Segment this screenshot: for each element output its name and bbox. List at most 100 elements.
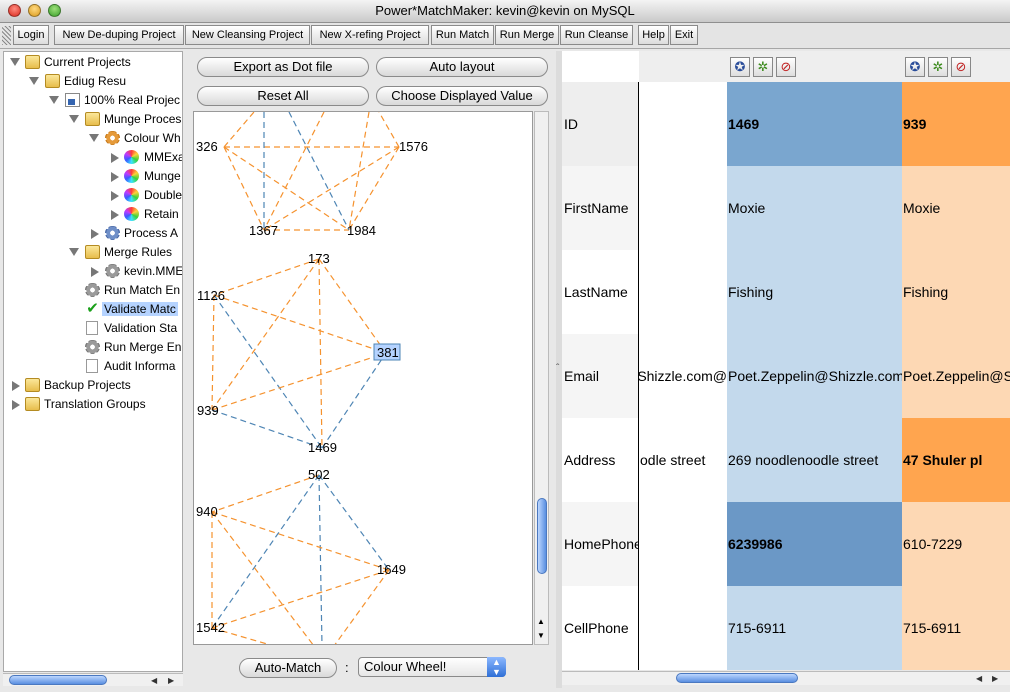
export-dot-file-button[interactable]: Export as Dot file xyxy=(197,57,369,77)
tree-item-label: Run Merge En xyxy=(104,340,182,354)
choose-displayed-value-button[interactable]: Choose Displayed Value xyxy=(376,86,548,106)
exit-button[interactable]: Exit xyxy=(670,25,698,45)
record-cell[interactable]: 269 noodlenoodle street xyxy=(727,418,902,502)
merge-records-icon[interactable]: ✲ xyxy=(753,57,773,77)
expand-triangle-icon[interactable] xyxy=(10,58,20,66)
run-merge-button[interactable]: Run Merge xyxy=(495,25,559,45)
graph-edge xyxy=(263,112,325,231)
graph-node[interactable]: 940 xyxy=(196,504,218,519)
graph-node[interactable]: 1126 xyxy=(197,288,225,303)
record-cell[interactable]: Fishing xyxy=(727,250,902,334)
record-cell[interactable]: 610-7229 xyxy=(902,502,1010,586)
match-graph[interactable]: 326 1576 1367 1984 173 1126 381 939 1469… xyxy=(194,112,533,645)
reset-all-button[interactable]: Reset All xyxy=(197,86,369,106)
scroll-left-arrow-icon[interactable]: ◀ xyxy=(151,676,157,685)
collapse-triangle-icon[interactable] xyxy=(111,153,119,163)
expand-triangle-icon[interactable] xyxy=(89,134,99,142)
expand-triangle-icon[interactable] xyxy=(49,96,59,104)
collapse-triangle-icon[interactable] xyxy=(111,172,119,182)
new-xrefing-project-button[interactable]: New X-refing Project xyxy=(311,25,429,45)
match-graph-canvas[interactable]: 326 1576 1367 1984 173 1126 381 939 1469… xyxy=(193,111,533,645)
tree-horizontal-scrollbar[interactable]: ◀ ▶ xyxy=(3,673,183,686)
project-tree[interactable]: Current Projects Ediug Resu 100% Real Pr… xyxy=(3,51,183,672)
collapse-triangle-icon[interactable] xyxy=(91,267,99,277)
graph-vertical-scrollbar[interactable]: ▲ ▼ xyxy=(534,111,549,645)
graph-edge xyxy=(318,474,323,644)
record-cell[interactable]: 715-6911 xyxy=(727,586,902,670)
graph-node[interactable]: 1649 xyxy=(377,562,406,577)
record-cell[interactable]: 1469 xyxy=(727,82,902,166)
munge-process-select[interactable]: Colour Wheel! ▲ ▼ xyxy=(358,657,506,677)
help-button[interactable]: Help xyxy=(638,25,669,45)
auto-layout-button[interactable]: Auto layout xyxy=(376,57,548,77)
record-cell[interactable] xyxy=(639,82,727,166)
graph-node[interactable]: 1984 xyxy=(347,223,376,238)
graph-node[interactable]: 1469 xyxy=(308,440,337,455)
scroll-up-arrow-icon[interactable]: ▲ xyxy=(537,617,545,626)
record-cell[interactable]: @Shizzle.com xyxy=(639,334,727,418)
run-cleanse-button[interactable]: Run Cleanse xyxy=(560,25,633,45)
scrollbar-thumb[interactable] xyxy=(676,673,798,683)
tree-item-label: Ediug Resu xyxy=(64,74,127,88)
graph-node[interactable]: 1542 xyxy=(196,620,225,635)
auto-match-button[interactable]: Auto-Match xyxy=(239,658,337,678)
no-match-icon[interactable]: ⊘ xyxy=(951,57,971,77)
scrollbar-thumb[interactable] xyxy=(9,675,107,685)
checkmark-icon: ✔ xyxy=(86,300,99,317)
record-cell[interactable]: Moxie xyxy=(902,166,1010,250)
graph-node[interactable]: 173 xyxy=(308,251,330,266)
tree-item-label: Backup Projects xyxy=(44,378,131,392)
tree-item-label: kevin.MME xyxy=(124,264,183,278)
login-button[interactable]: Login xyxy=(13,25,49,45)
splitter-collapse-icon[interactable]: ˆ xyxy=(556,363,559,374)
record-cell[interactable]: Moxie xyxy=(727,166,902,250)
scroll-right-arrow-icon[interactable]: ▶ xyxy=(992,674,998,683)
record-cell[interactable]: Fishing xyxy=(902,250,1010,334)
table-horizontal-scrollbar[interactable]: ◀ ▶ xyxy=(562,671,1010,685)
collapse-triangle-icon[interactable] xyxy=(111,191,119,201)
gear-icon xyxy=(105,226,120,240)
master-record-icon[interactable]: ✪ xyxy=(730,57,750,77)
combo-arrows-icon[interactable]: ▲ ▼ xyxy=(487,657,506,677)
expand-triangle-icon[interactable] xyxy=(69,248,79,256)
expand-triangle-icon[interactable] xyxy=(29,77,39,85)
scroll-right-arrow-icon[interactable]: ▶ xyxy=(168,676,174,685)
collapse-triangle-icon[interactable] xyxy=(111,210,119,220)
record-cell[interactable]: odle street xyxy=(639,418,727,502)
collapse-triangle-icon[interactable] xyxy=(12,400,20,410)
record-cell[interactable]: Poet.Zeppelin@Shizzle.com xyxy=(727,334,902,418)
merge-records-icon[interactable]: ✲ xyxy=(928,57,948,77)
master-record-icon[interactable]: ✪ xyxy=(905,57,925,77)
toolbar-grip[interactable] xyxy=(2,26,11,45)
run-match-button[interactable]: Run Match xyxy=(431,25,494,45)
no-match-icon[interactable]: ⊘ xyxy=(776,57,796,77)
record-cell[interactable]: 715-6911 xyxy=(902,586,1010,670)
graph-node[interactable]: 939 xyxy=(197,403,219,418)
record-cell[interactable]: 47 Shuler pl xyxy=(902,418,1010,502)
new-cleansing-project-button[interactable]: New Cleansing Project xyxy=(185,25,310,45)
record-cell[interactable] xyxy=(639,502,727,586)
expand-triangle-icon[interactable] xyxy=(69,115,79,123)
record-cell[interactable] xyxy=(639,166,727,250)
graph-edge xyxy=(211,474,320,513)
graph-node[interactable]: 502 xyxy=(308,467,330,482)
record-cell[interactable] xyxy=(639,250,727,334)
graph-node[interactable]: 326 xyxy=(196,139,218,154)
scrollbar-thumb[interactable] xyxy=(537,498,547,574)
scroll-down-arrow-icon[interactable]: ▼ xyxy=(537,631,545,640)
folder-icon xyxy=(45,74,60,88)
record-cell[interactable]: Poet.Zeppelin@S xyxy=(902,334,1010,418)
collapse-triangle-icon[interactable] xyxy=(91,229,99,239)
collapse-triangle-icon[interactable] xyxy=(12,381,20,391)
graph-node[interactable]: 1367 xyxy=(249,223,278,238)
record-cell[interactable]: 6239986 xyxy=(727,502,902,586)
tree-item-label: Munge Proces xyxy=(104,112,182,126)
scroll-left-arrow-icon[interactable]: ◀ xyxy=(976,674,982,683)
graph-node[interactable]: 1576 xyxy=(399,139,428,154)
gear-icon xyxy=(85,283,100,297)
record-cell[interactable] xyxy=(639,586,727,670)
new-deduping-project-button[interactable]: New De-duping Project xyxy=(54,25,184,45)
record-cell[interactable]: 939 xyxy=(902,82,1010,166)
graph-node-selected[interactable]: 381 xyxy=(377,345,399,360)
record-comparison-table: ✪ ✲ ⊘ ✪ ✲ ⊘ ID 1469 939 FirstName Moxie … xyxy=(562,51,1010,670)
